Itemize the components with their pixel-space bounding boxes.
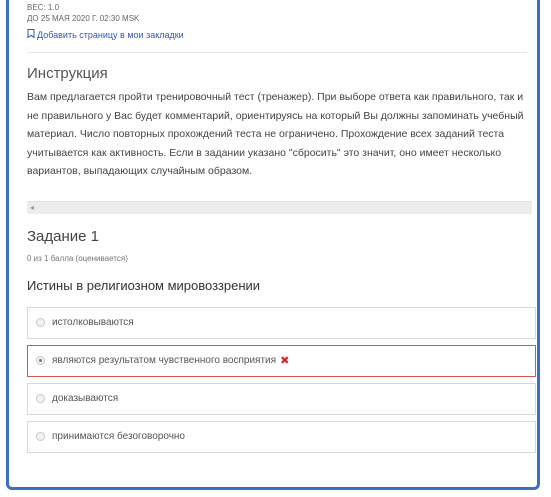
instruction-text: Вам предлагается пройти тренировочный те… — [27, 91, 524, 177]
horizontal-scrollbar[interactable]: ◂ — [27, 200, 532, 214]
answer-option-label: истолковываются — [52, 317, 134, 328]
answer-option-selected-incorrect[interactable]: являются результатом чувственного воспри… — [27, 344, 536, 377]
app-frame: ВЕС: 1.0 ДО 25 МАЯ 2020 Г. 02:30 MSK Доб… — [6, 0, 540, 490]
answer-option[interactable]: принимаются безоговорочно — [27, 420, 536, 453]
deadline-label: ДО 25 МАЯ 2020 Г. 02:30 MSK — [27, 14, 140, 23]
cross-icon: ✖ — [280, 355, 290, 367]
radio-button[interactable] — [36, 394, 45, 403]
radio-button-checked[interactable] — [36, 356, 45, 365]
answer-option-label: принимаются безоговорочно — [52, 431, 185, 442]
weight-label: ВЕС: 1.0 — [27, 3, 60, 12]
radio-button[interactable] — [36, 318, 45, 327]
bookmark-link[interactable]: Добавить страницу в мои закладки — [27, 29, 527, 40]
answer-option-label: доказываются — [52, 393, 119, 404]
content-area: ВЕС: 1.0 ДО 25 МАЯ 2020 Г. 02:30 MSK Доб… — [27, 0, 536, 459]
score-label: 0 из 1 балла (оценивается) — [27, 253, 128, 263]
scroll-left-arrow-icon[interactable]: ◂ — [30, 203, 34, 213]
question-text: Истины в религиозном мировоззрении — [27, 277, 261, 293]
divider — [27, 52, 527, 53]
task-title: Задание 1 — [27, 227, 100, 245]
answer-options: истолковываются являются результатом чув… — [27, 306, 536, 453]
answer-option-label: являются результатом чувственного воспри… — [52, 355, 277, 366]
answer-option[interactable]: доказываются — [27, 382, 536, 415]
radio-button[interactable] — [36, 432, 45, 441]
answer-option[interactable]: истолковываются — [27, 306, 536, 339]
bookmark-icon — [27, 29, 35, 40]
bookmark-link-label: Добавить страницу в мои закладки — [37, 29, 184, 40]
instruction-title: Инструкция — [27, 65, 108, 82]
